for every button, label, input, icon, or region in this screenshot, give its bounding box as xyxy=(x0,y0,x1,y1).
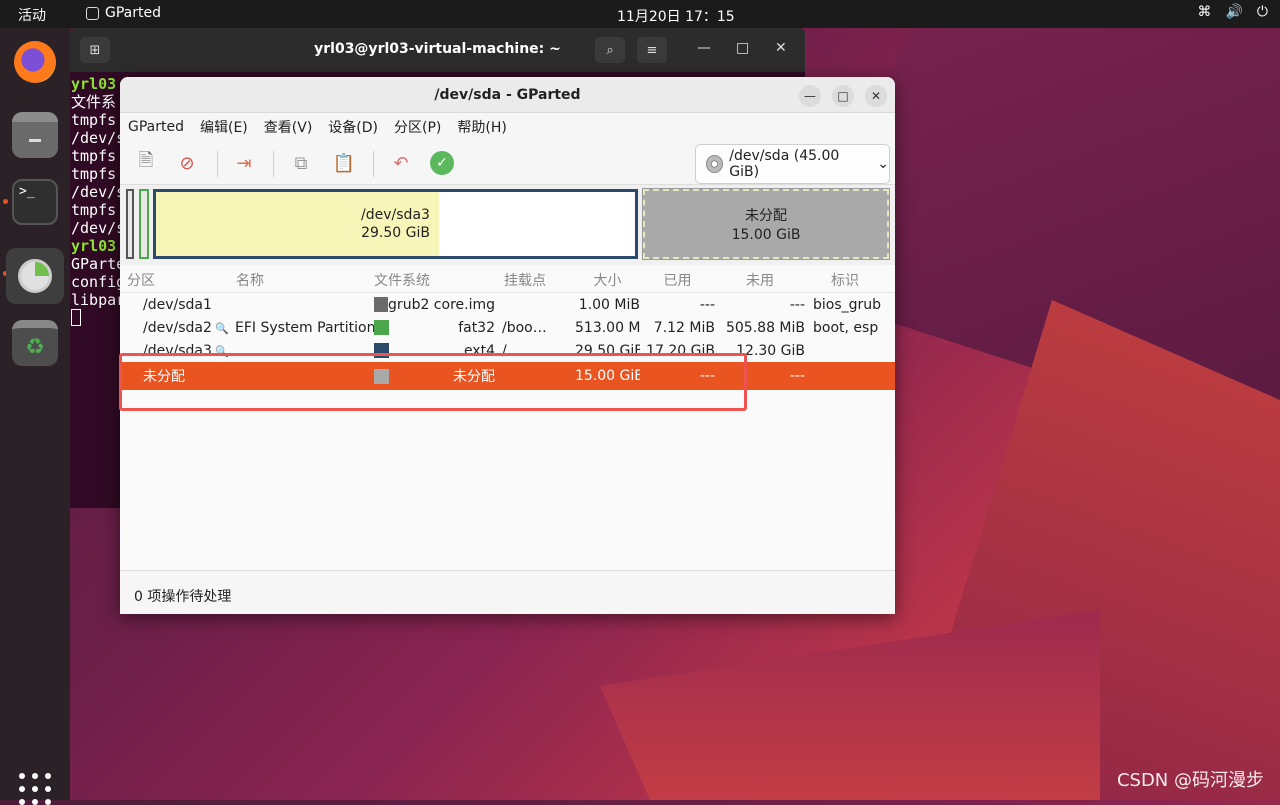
window-title: /dev/sda - GParted xyxy=(434,87,581,103)
highlight-box xyxy=(119,353,747,411)
cell-partition: /dev/sda2 🔍 xyxy=(143,319,230,336)
col-unused[interactable]: 未用 xyxy=(715,270,805,290)
maximize-icon[interactable]: □ xyxy=(832,85,854,107)
cell-flags: boot, esp xyxy=(813,319,879,336)
col-used[interactable]: 已用 xyxy=(640,270,715,290)
toolbar-separator xyxy=(273,151,274,177)
key-icon: 🔍 xyxy=(211,321,230,335)
minimize-icon[interactable]: — xyxy=(799,85,821,107)
copy-icon[interactable]: ⧉ xyxy=(287,149,315,177)
menu-gparted[interactable]: GParted xyxy=(128,119,184,135)
delete-icon[interactable]: ⊘ xyxy=(173,149,201,177)
menu-view[interactable]: 查看(V) xyxy=(264,117,313,137)
menu-edit[interactable]: 编辑(E) xyxy=(200,117,248,137)
trash-icon[interactable]: ♻ xyxy=(12,320,58,366)
terminal-prompt-glyph: >_ xyxy=(19,184,35,199)
gparted-small-icon xyxy=(86,6,99,20)
menu-help[interactable]: 帮助(H) xyxy=(457,117,506,137)
terminal-titlebar: ⊞ yrl03@yrl03-virtual-machine: ~ ⌕ ≡ — □… xyxy=(70,28,805,72)
show-apps-icon[interactable] xyxy=(19,773,51,805)
activities-button[interactable]: 活动 xyxy=(18,5,46,25)
cell-filesystem: fat32 xyxy=(374,320,499,336)
map-segment-unallocated[interactable]: 未分配 15.00 GiB xyxy=(642,188,890,260)
close-icon[interactable]: ✕ xyxy=(865,85,887,107)
fs-color-swatch xyxy=(374,320,389,335)
col-mountpoint[interactable]: 挂载点 xyxy=(499,270,575,290)
menu-bar: GParted 编辑(E) 查看(V) 设备(D) 分区(P) 帮助(H) xyxy=(120,113,895,141)
app-name: GParted xyxy=(105,5,161,21)
dock: >_ ♻ xyxy=(0,28,70,805)
cell-unused: 505.88 MiB xyxy=(725,319,805,336)
volume-icon: 🔊 xyxy=(1225,4,1243,20)
apply-icon[interactable]: ✓ xyxy=(430,151,454,175)
cell-name: EFI System Partition xyxy=(235,319,374,336)
col-filesystem[interactable]: 文件系统 xyxy=(374,270,499,290)
map-unalloc-size: 15.00 GiB xyxy=(731,227,801,243)
terminal-cursor xyxy=(71,309,81,326)
firefox-icon[interactable] xyxy=(14,41,56,83)
col-partition[interactable]: 分区 xyxy=(120,270,232,290)
menu-icon[interactable]: ≡ xyxy=(637,37,667,63)
power-icon: ⏻ xyxy=(1256,4,1268,20)
status-bar: 0 项操作待处理 xyxy=(120,570,895,614)
maximize-icon[interactable]: □ xyxy=(736,40,749,56)
cell-filesystem: grub2 core.img xyxy=(374,297,499,313)
cell-partition: /dev/sda1 xyxy=(143,296,212,313)
toolbar: 🗎 ⊘ ⇥ ⧉ 📋 ↶ ✓ /dev/sda (45.00 GiB) ⌄ xyxy=(120,141,895,185)
cell-size: 513.00 MiB xyxy=(575,319,640,336)
wallpaper-shape xyxy=(600,610,1100,800)
device-label: /dev/sda (45.00 GiB) xyxy=(729,148,840,180)
resize-move-icon[interactable]: ⇥ xyxy=(230,149,258,177)
disk-icon xyxy=(706,155,724,173)
undo-icon[interactable]: ↶ xyxy=(387,149,415,177)
col-size[interactable]: 大小 xyxy=(575,270,640,290)
table-row[interactable]: /dev/sda1 grub2 core.img 1.00 MiB --- --- bio… xyxy=(120,293,895,316)
map-segment-sda1[interactable] xyxy=(126,189,134,259)
fs-color-swatch xyxy=(374,297,389,312)
chevron-down-icon: ⌄ xyxy=(877,156,889,172)
map-unalloc-name: 未分配 xyxy=(745,208,787,224)
map-segment-sda2[interactable] xyxy=(139,189,149,259)
new-partition-icon[interactable]: 🗎 xyxy=(132,149,160,177)
gparted-icon[interactable] xyxy=(6,248,64,304)
map-sda3-size: 29.50 GiB xyxy=(361,225,430,241)
map-segment-sda3[interactable]: /dev/sda3 29.50 GiB xyxy=(153,189,638,259)
running-indicator xyxy=(3,199,8,204)
top-bar: 活动 GParted 11月20日 17：15 ⌘ 🔊 ⏻ xyxy=(0,0,1280,28)
terminal-icon[interactable]: >_ xyxy=(12,179,58,225)
gparted-titlebar: /dev/sda - GParted — □ ✕ xyxy=(120,77,895,113)
col-name[interactable]: 名称 xyxy=(232,270,374,290)
menu-partition[interactable]: 分区(P) xyxy=(394,117,441,137)
cell-mountpoint: /boo… xyxy=(502,319,547,336)
cell-used: 7.12 MiB xyxy=(653,319,715,336)
cell-flags: bios_grub xyxy=(813,296,882,313)
partition-map: /dev/sda3 29.50 GiB 未分配 15.00 GiB xyxy=(120,185,895,265)
minimize-icon[interactable]: — xyxy=(697,40,711,56)
files-icon[interactable] xyxy=(12,112,58,158)
gparted-window: /dev/sda - GParted — □ ✕ GParted 编辑(E) 查… xyxy=(120,77,895,614)
system-tray[interactable]: ⌘ 🔊 ⏻ xyxy=(1197,4,1268,20)
table-row[interactable]: /dev/sda2 🔍 EFI System Partition fat32/boo… xyxy=(120,316,895,339)
toolbar-separator xyxy=(217,151,218,177)
col-flags[interactable]: 标识 xyxy=(805,270,885,290)
app-menu[interactable]: GParted xyxy=(86,5,161,21)
device-selector[interactable]: /dev/sda (45.00 GiB) ⌄ xyxy=(695,144,890,184)
cell-used: --- xyxy=(699,296,715,313)
clock[interactable]: 11月20日 17：15 xyxy=(617,6,735,26)
toolbar-separator xyxy=(373,151,374,177)
cell-size: 1.00 MiB xyxy=(578,296,640,313)
cell-unused: --- xyxy=(789,296,805,313)
watermark: CSDN @码河漫步 xyxy=(1116,770,1264,791)
table-header: 分区 名称 文件系统 挂载点 大小 已用 未用 标识 xyxy=(120,267,895,293)
paste-icon[interactable]: 📋 xyxy=(330,149,358,177)
menu-device[interactable]: 设备(D) xyxy=(328,117,378,137)
network-icon: ⌘ xyxy=(1197,4,1212,20)
terminal-title: yrl03@yrl03-virtual-machine: ~ xyxy=(314,41,561,57)
close-icon[interactable]: ✕ xyxy=(775,40,787,56)
map-sda3-name: /dev/sda3 xyxy=(361,207,430,223)
search-icon[interactable]: ⌕ xyxy=(595,37,625,63)
